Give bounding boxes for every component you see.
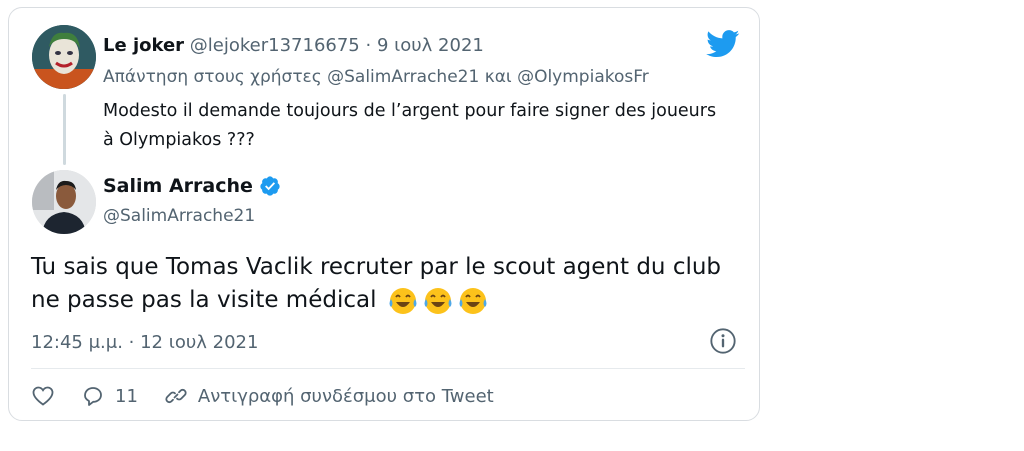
link-icon [165,388,187,404]
reply-tweet-text: Modesto il demande toujours de l’argent … [103,101,717,150]
tears-of-joy-emoji-icon [459,287,487,314]
mention-olympiakosfr[interactable]: @OlympiakosFr [517,67,649,87]
tweet-actions-bar: 11 Αντιγραφή συνδέσμου στο Tweet [31,380,520,412]
like-button[interactable] [31,384,55,408]
copy-link-button[interactable]: Αντιγραφή συνδέσμου στο Tweet [164,384,494,408]
reply-button[interactable]: 11 [81,384,138,408]
reply-date[interactable]: 9 ιουλ 2021 [377,35,484,56]
actions-divider [31,368,745,369]
tweet-body: Tu sais que Tomas Vaclik recruter par le… [31,251,751,317]
reply-header: Le joker @lejoker13716675 · 9 ιουλ 2021 [103,35,484,56]
tweet-author-name-row: Salim Arrache [103,175,281,197]
copy-link-label: Αντιγραφή συνδέσμου στο Tweet [197,385,494,407]
lejoker-avatar[interactable] [32,25,96,89]
emoji-group [388,286,488,316]
tears-of-joy-emoji-icon [424,287,452,314]
tweet-display-name[interactable]: Salim Arrache [103,175,253,197]
verified-badge-icon [260,176,280,196]
reply-display-name[interactable]: Le joker [103,35,184,56]
thread-connector-line [63,94,66,165]
reply-count: 11 [115,385,138,407]
salimarrache-avatar[interactable] [32,170,96,234]
tweet-text: Tu sais que Tomas Vaclik recruter par le… [31,254,722,313]
tweet-timestamp[interactable]: 12:45 μ.μ. · 12 ιουλ 2021 [31,332,258,353]
reply-separator: · [365,35,372,56]
mention-and: και [484,67,512,87]
tears-of-joy-emoji-icon [389,287,417,314]
twitter-bird-icon[interactable] [706,30,740,58]
comment-icon [84,387,102,406]
embedded-tweet-card: Le joker @lejoker13716675 · 9 ιουλ 2021 … [8,7,760,421]
tweet-handle[interactable]: @SalimArrache21 [103,206,255,226]
heart-icon [32,386,54,406]
mention-salimarrache[interactable]: @SalimArrache21 [327,67,479,87]
reply-handle[interactable]: @lejoker13716675 [190,35,360,56]
info-icon[interactable] [709,327,737,355]
replying-prefix: Απάντηση στους χρήστες [103,67,322,87]
replying-to-line: Απάντηση στους χρήστες @SalimArrache21 κ… [103,67,649,87]
